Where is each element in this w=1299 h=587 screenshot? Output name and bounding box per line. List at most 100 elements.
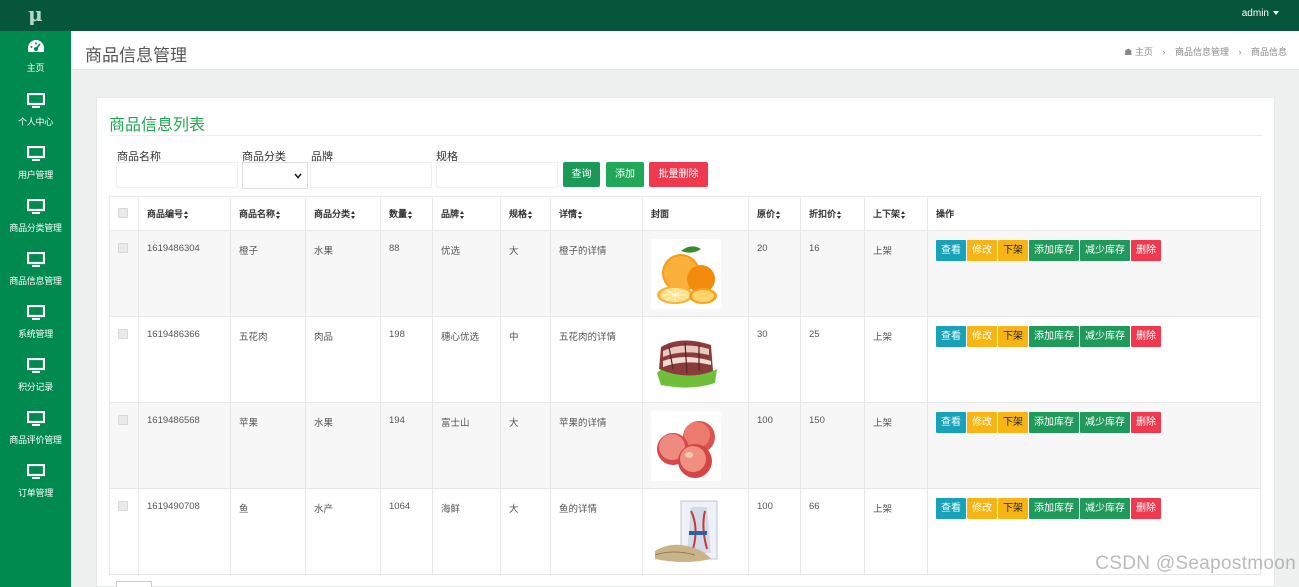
row-checkbox[interactable] — [118, 415, 128, 425]
sidebar-item-orders[interactable]: 订单管理 — [0, 456, 71, 509]
cell-id: 1619486568 — [138, 402, 231, 489]
apple-image — [651, 411, 721, 481]
reduce-stock-button[interactable]: 减少库存 — [1080, 240, 1130, 261]
sidebar-item-home[interactable]: 主页 — [0, 31, 71, 85]
sidebar-item-system[interactable]: 系统管理 — [0, 297, 71, 350]
cell-quantity: 88 — [380, 230, 433, 317]
cell-spec: 大 — [500, 230, 551, 317]
column-header-detail[interactable]: 详情 — [550, 196, 643, 231]
cell-price: 20 — [748, 230, 801, 317]
column-header-price[interactable]: 原价 — [748, 196, 801, 231]
select-all-checkbox[interactable] — [118, 207, 128, 218]
sidebar-item-users[interactable]: 用户管理 — [0, 138, 71, 191]
sidebar-item-label: 系统管理 — [18, 329, 53, 339]
column-header-status[interactable]: 上下架 — [864, 196, 928, 231]
caret-down-icon — [1273, 11, 1279, 16]
cell-spec: 中 — [500, 316, 551, 403]
edit-button[interactable]: 修改 — [967, 326, 997, 347]
sort-icon — [528, 210, 533, 219]
top-bar: μ admin — [0, 0, 1299, 31]
unlist-button[interactable]: 下架 — [998, 240, 1028, 261]
cell-brand: 富士山 — [432, 402, 501, 489]
add-stock-button[interactable]: 添加库存 — [1029, 498, 1079, 519]
sidebar-item-reviews[interactable]: 商品评价管理 — [0, 403, 71, 456]
delete-button[interactable]: 删除 — [1131, 498, 1161, 519]
monitor-icon — [26, 409, 46, 429]
breadcrumb-current: 商品信息 — [1250, 47, 1287, 57]
breadcrumb-product-management[interactable]: 商品信息管理 — [1175, 47, 1229, 57]
spec-input[interactable] — [436, 162, 558, 188]
cell-category: 水果 — [305, 402, 381, 489]
column-header-id[interactable]: 商品编号 — [138, 196, 231, 231]
column-header-name[interactable]: 商品名称 — [230, 196, 306, 231]
home-icon: ☗ — [1124, 47, 1133, 57]
reduce-stock-button[interactable]: 减少库存 — [1080, 412, 1130, 433]
cell-category: 水果 — [305, 230, 381, 317]
cell-discount: 66 — [800, 488, 865, 575]
column-header-category[interactable]: 商品分类 — [305, 196, 381, 231]
app-logo[interactable]: μ — [0, 0, 71, 31]
add-stock-button[interactable]: 添加库存 — [1029, 412, 1079, 433]
panel-title: 商品信息列表 — [109, 117, 206, 134]
add-stock-button[interactable]: 添加库存 — [1029, 326, 1079, 347]
table-row: 1619486304 橙子 水果 88 优选 大 橙子的详情 20 16 上架 … — [109, 230, 1261, 317]
cell-spec: 大 — [500, 488, 551, 575]
search-button[interactable]: 查询 — [563, 162, 600, 187]
unlist-button[interactable]: 下架 — [998, 326, 1028, 347]
cell-detail: 苹果的详情 — [550, 402, 643, 489]
row-checkbox[interactable] — [118, 329, 128, 339]
edit-button[interactable]: 修改 — [967, 240, 997, 261]
unlist-button[interactable]: 下架 — [998, 412, 1028, 433]
sidebar-item-categories[interactable]: 商品分类管理 — [0, 191, 71, 244]
sidebar-item-products[interactable]: 商品信息管理 — [0, 244, 71, 297]
column-header-brand[interactable]: 品牌 — [432, 196, 501, 231]
table-row: 1619486568 苹果 水果 194 富士山 大 苹果的详情 100 150… — [109, 402, 1261, 489]
sidebar-item-points[interactable]: 积分记录 — [0, 350, 71, 403]
add-button[interactable]: 添加 — [606, 162, 644, 187]
monitor-icon — [26, 462, 46, 482]
view-button[interactable]: 查看 — [936, 498, 966, 519]
cell-detail: 橙子的详情 — [550, 230, 643, 317]
page-size-select[interactable] — [116, 581, 152, 587]
orange-image — [651, 239, 721, 309]
cell-quantity: 198 — [380, 316, 433, 403]
user-name: admin — [1241, 8, 1269, 19]
unlist-button[interactable]: 下架 — [998, 498, 1028, 519]
column-header-quantity[interactable]: 数量 — [380, 196, 433, 231]
edit-button[interactable]: 修改 — [967, 498, 997, 519]
delete-button[interactable]: 删除 — [1131, 326, 1161, 347]
monitor-icon — [26, 197, 46, 217]
cell-category: 肉品 — [305, 316, 381, 403]
column-header-cover: 封面 — [642, 196, 749, 231]
delete-button[interactable]: 删除 — [1131, 412, 1161, 433]
add-stock-button[interactable]: 添加库存 — [1029, 240, 1079, 261]
pork-image — [651, 325, 721, 395]
cell-name: 五花肉 — [230, 316, 306, 403]
sort-icon — [776, 210, 781, 219]
cell-actions: 查看 修改 下架 添加库存 减少库存 删除 — [927, 316, 1261, 403]
row-checkbox[interactable] — [118, 243, 128, 253]
column-header-actions: 操作 — [927, 196, 1261, 231]
table-row: 1619486366 五花肉 肉品 198 穗心优选 中 五花肉的详情 30 2… — [109, 316, 1261, 403]
monitor-icon — [26, 144, 46, 164]
breadcrumb-home[interactable]: 主页 — [1135, 47, 1153, 57]
user-menu[interactable]: admin — [1242, 0, 1279, 31]
category-select[interactable] — [242, 162, 308, 189]
column-header-discount[interactable]: 折扣价 — [800, 196, 865, 231]
edit-button[interactable]: 修改 — [967, 412, 997, 433]
cell-quantity: 1064 — [380, 488, 433, 575]
row-checkbox[interactable] — [118, 501, 128, 511]
view-button[interactable]: 查看 — [936, 412, 966, 433]
product-name-input[interactable] — [116, 162, 238, 188]
delete-button[interactable]: 删除 — [1131, 240, 1161, 261]
view-button[interactable]: 查看 — [936, 326, 966, 347]
reduce-stock-button[interactable]: 减少库存 — [1080, 498, 1130, 519]
column-header-spec[interactable]: 规格 — [500, 196, 551, 231]
view-button[interactable]: 查看 — [936, 240, 966, 261]
fish-image — [651, 497, 721, 567]
brand-input[interactable] — [310, 162, 432, 188]
reduce-stock-button[interactable]: 减少库存 — [1080, 326, 1130, 347]
cell-actions: 查看 修改 下架 添加库存 减少库存 删除 — [927, 230, 1261, 317]
batch-delete-button[interactable]: 批量删除 — [649, 162, 708, 187]
sidebar-item-profile[interactable]: 个人中心 — [0, 85, 71, 138]
